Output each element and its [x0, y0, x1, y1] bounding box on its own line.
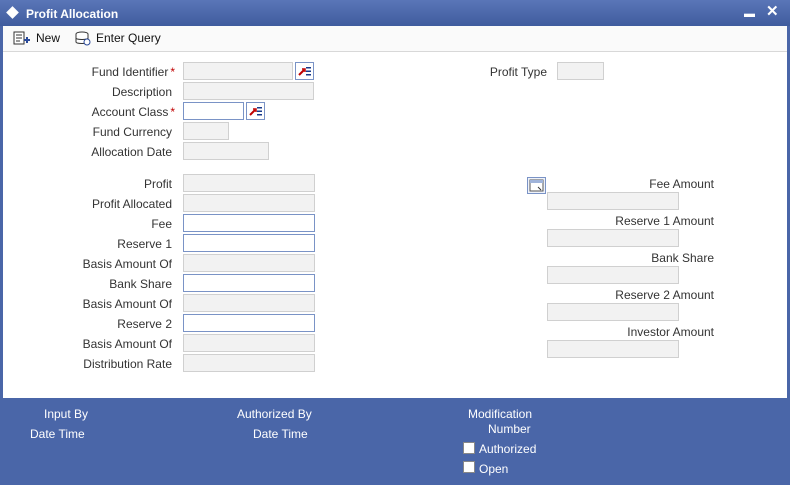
basis-amount-of-3-label: Basis Amount Of: [82, 337, 172, 351]
profit-allocated-field[interactable]: [183, 194, 315, 212]
fund-currency-field[interactable]: [183, 122, 229, 140]
new-record-icon: [13, 31, 30, 45]
reserve2-amount-field[interactable]: [547, 303, 679, 321]
fund-currency-label: Fund Currency: [92, 125, 172, 139]
fee-amount-field[interactable]: [547, 192, 679, 210]
window-icon: [6, 6, 19, 19]
profit-type-field[interactable]: [557, 62, 604, 80]
profit-field[interactable]: [183, 174, 315, 192]
window-title: Profit Allocation: [26, 7, 119, 21]
distribution-rate-field[interactable]: [183, 354, 315, 372]
profit-label: Profit: [143, 177, 172, 191]
profit-allocated-label: Profit Allocated: [91, 197, 172, 211]
enter-query-button[interactable]: Enter Query: [75, 29, 161, 47]
reserve1-field[interactable]: [183, 234, 315, 252]
basis-amount-of-2-label: Basis Amount Of: [82, 297, 172, 311]
allocation-date-label: Allocation Date: [91, 145, 172, 159]
new-label: New: [36, 31, 61, 45]
basis-amount-of-1-label: Basis Amount Of: [82, 257, 172, 271]
toolbar: New Enter Query: [3, 26, 787, 52]
input-by-label: Input By: [44, 407, 89, 421]
fee-amount-label: Fee Amount: [649, 177, 714, 191]
list-of-values-icon: [298, 67, 311, 76]
profit-type-label: Profit Type: [489, 65, 547, 79]
authorized-checkbox-label: Authorized: [479, 442, 537, 456]
reserve2-label: Reserve 2: [117, 317, 172, 331]
open-checkbox-label: Open: [479, 462, 509, 476]
database-query-icon: [75, 31, 91, 45]
investor-amount-label: Investor Amount: [627, 325, 714, 339]
authorized-by-label: Authorized By: [237, 407, 312, 421]
reserve1-amount-field[interactable]: [547, 229, 679, 247]
account-class-field[interactable]: [183, 102, 244, 120]
date-time-label: Date Time: [30, 427, 85, 441]
fund-identifier-lov-button[interactable]: [295, 62, 314, 80]
fund-identifier-label: Fund Identifier *: [63, 65, 175, 79]
close-icon[interactable]: ✕: [766, 4, 779, 20]
calculate-icon: [529, 179, 544, 192]
bank-share-amount-field[interactable]: [547, 266, 679, 284]
authorized-checkbox[interactable]: [463, 442, 475, 454]
reserve2-amount-label: Reserve 2 Amount: [615, 288, 714, 302]
modification-number-label: Number: [488, 422, 531, 436]
basis-amount-of-1-field[interactable]: [183, 254, 315, 272]
required-marker: *: [170, 65, 175, 79]
bank-share-label: Bank Share: [109, 277, 172, 291]
bank-share-amount-label: Bank Share: [651, 251, 714, 265]
calculate-button[interactable]: [527, 177, 546, 194]
description-field[interactable]: [183, 82, 314, 100]
fee-label: Fee: [151, 217, 172, 231]
account-class-label-text: Account Class: [91, 105, 169, 119]
new-button[interactable]: New: [13, 29, 60, 47]
distribution-rate-label: Distribution Rate: [83, 357, 172, 371]
account-class-label: Account Class *: [63, 105, 175, 119]
reserve2-field[interactable]: [183, 314, 315, 332]
title-bar[interactable]: Profit Allocation ▬ ✕: [0, 0, 790, 26]
description-label: Description: [111, 85, 172, 99]
allocation-date-field[interactable]: [183, 142, 269, 160]
minimize-icon[interactable]: ▬: [744, 6, 755, 22]
investor-amount-field[interactable]: [547, 340, 679, 358]
basis-amount-of-3-field[interactable]: [183, 334, 315, 352]
basis-amount-of-2-field[interactable]: [183, 294, 315, 312]
list-of-values-icon: [249, 107, 262, 116]
form-content: New Enter Query Fund Identifier * Descri…: [3, 26, 787, 398]
enter-query-label: Enter Query: [96, 31, 161, 45]
fund-identifier-field[interactable]: [183, 62, 293, 80]
bank-share-field[interactable]: [183, 274, 315, 292]
required-marker: *: [170, 105, 175, 119]
fee-field[interactable]: [183, 214, 315, 232]
modification-label: Modification: [468, 407, 533, 421]
fund-identifier-label-text: Fund Identifier: [91, 65, 169, 79]
open-checkbox[interactable]: [463, 461, 475, 473]
profit-allocation-window: Profit Allocation ▬ ✕ New Enter Query Fu…: [0, 0, 790, 485]
account-class-lov-button[interactable]: [246, 102, 265, 120]
reserve1-label: Reserve 1: [117, 237, 172, 251]
reserve1-amount-label: Reserve 1 Amount: [615, 214, 714, 228]
auth-date-time-label: Date Time: [253, 427, 308, 441]
